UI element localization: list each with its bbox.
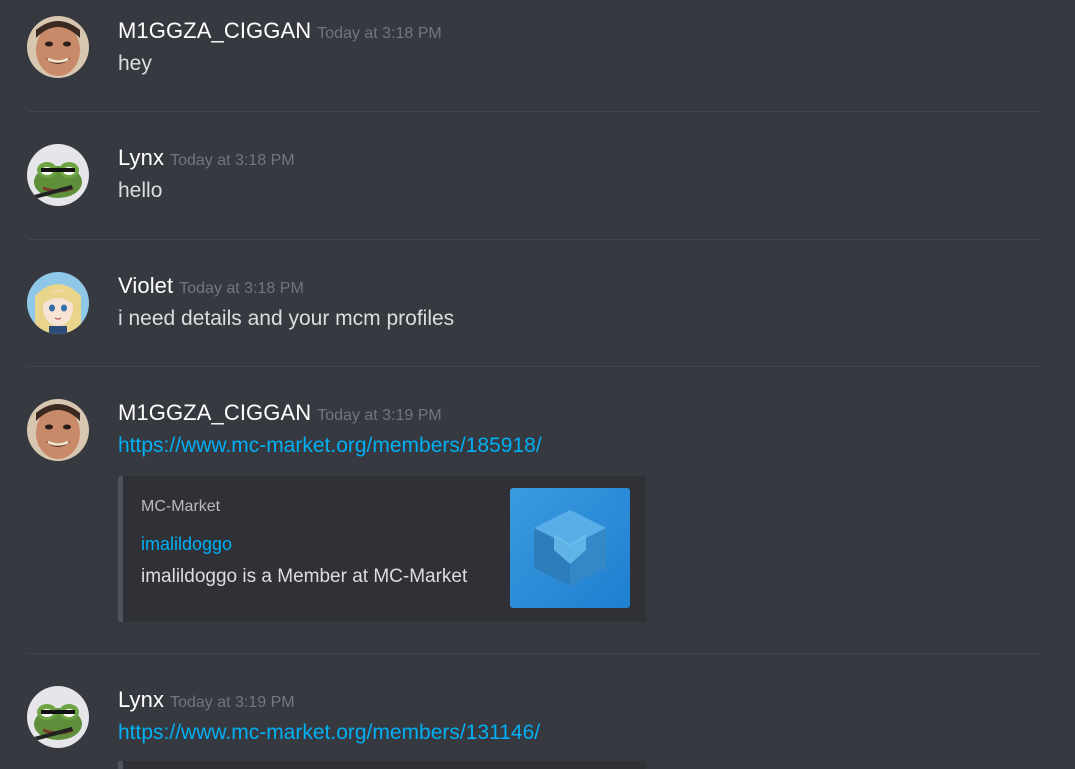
message-text: hello: [118, 179, 163, 202]
embed-title[interactable]: imalildoggo: [141, 534, 232, 555]
link-embed-partial: [118, 761, 646, 769]
embed-thumbnail[interactable]: [510, 488, 630, 608]
user-avatar[interactable]: [27, 144, 89, 206]
message-divider: [28, 111, 1040, 112]
mc-market-cube-logo-icon: [510, 488, 630, 608]
user-avatar[interactable]: [27, 16, 89, 78]
message-divider: [28, 653, 1040, 654]
link-embed: MC-Market imalildoggo imalildoggo is a M…: [118, 476, 646, 622]
message-header: Lynx Today at 3:19 PM: [118, 687, 295, 713]
chat-message-list: M1GGZA_CIGGAN Today at 3:18 PM hey Lynx To…: [0, 0, 1075, 769]
username[interactable]: M1GGZA_CIGGAN: [118, 400, 311, 425]
user-avatar[interactable]: [27, 686, 89, 748]
message-header: M1GGZA_CIGGAN Today at 3:18 PM: [118, 18, 442, 44]
message-header: Violet Today at 3:18 PM: [118, 273, 304, 299]
frog-avatar-icon: [27, 144, 89, 206]
message-text: hey: [118, 52, 152, 75]
frog-avatar-icon: [27, 686, 89, 748]
timestamp: Today at 3:19 PM: [317, 407, 442, 424]
timestamp: Today at 3:18 PM: [170, 152, 295, 169]
user-avatar[interactable]: [27, 399, 89, 461]
message-link: https://www.mc-market.org/members/131146…: [118, 721, 540, 745]
message-divider: [28, 239, 1040, 240]
embed-provider[interactable]: MC-Market: [141, 498, 220, 516]
smiling-man-avatar-icon: [27, 399, 89, 461]
message-header: M1GGZA_CIGGAN Today at 3:19 PM: [118, 400, 442, 426]
profile-link[interactable]: https://www.mc-market.org/members/131146…: [118, 721, 540, 744]
profile-link[interactable]: https://www.mc-market.org/members/185918…: [118, 434, 542, 457]
timestamp: Today at 3:18 PM: [179, 280, 304, 297]
anime-girl-avatar-icon: [27, 272, 89, 334]
message-header: Lynx Today at 3:18 PM: [118, 145, 295, 171]
message-divider: [28, 366, 1040, 367]
message-link: https://www.mc-market.org/members/185918…: [118, 434, 542, 458]
username[interactable]: Violet: [118, 273, 173, 298]
smiling-man-avatar-icon: [27, 16, 89, 78]
message-text: i need details and your mcm profiles: [118, 307, 455, 330]
username[interactable]: M1GGZA_CIGGAN: [118, 18, 311, 43]
username[interactable]: Lynx: [118, 145, 164, 170]
embed-description: imalildoggo is a Member at MC-Market: [141, 566, 468, 587]
user-avatar[interactable]: [27, 272, 89, 334]
timestamp: Today at 3:19 PM: [170, 694, 295, 711]
timestamp: Today at 3:18 PM: [317, 25, 442, 42]
username[interactable]: Lynx: [118, 687, 164, 712]
